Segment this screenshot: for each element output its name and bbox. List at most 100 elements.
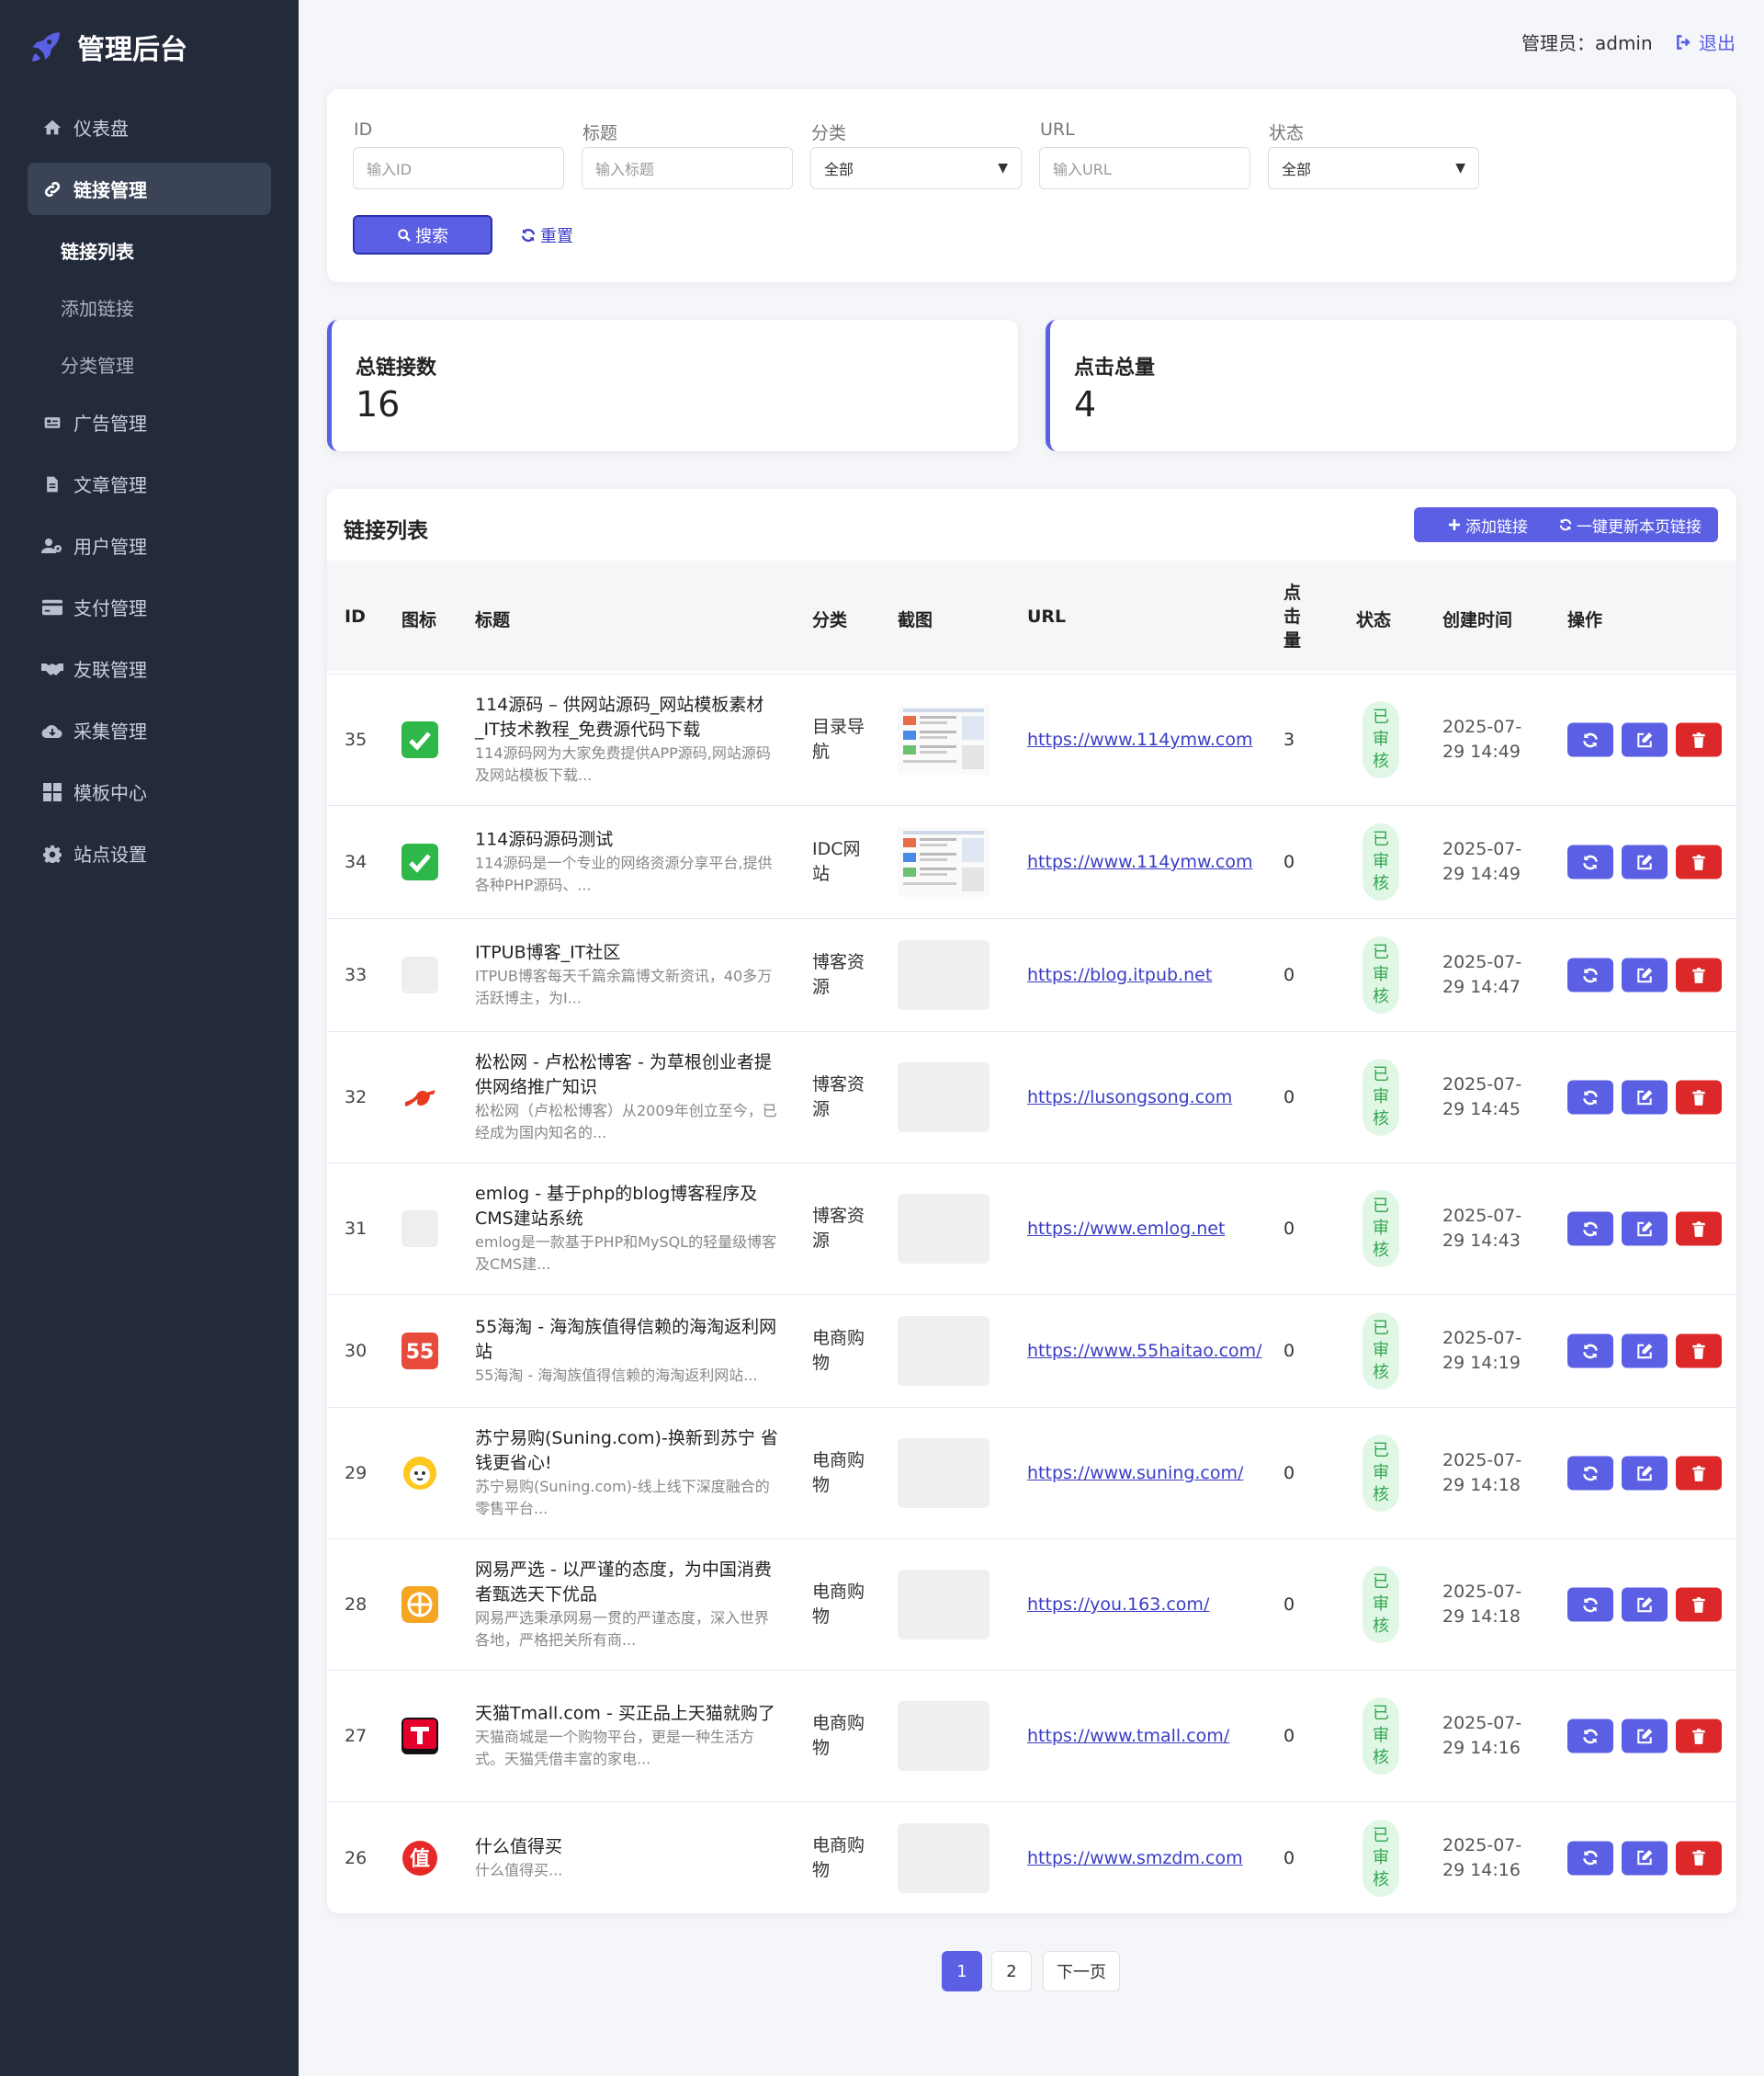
sidebar-item-users[interactable]: 用户管理 [28, 519, 271, 572]
id-filter-label: ID [354, 119, 373, 140]
edit-row-button[interactable] [1622, 1333, 1668, 1368]
tmall-logo-icon [401, 1718, 438, 1754]
edit-row-button[interactable] [1622, 845, 1668, 879]
row-title-block: 天猫Tmall.com - 买正品上天猫就购了 天猫商城是一个购物平台，更是一种生… [475, 1702, 778, 1771]
delete-row-button[interactable] [1676, 845, 1722, 879]
delete-row-button[interactable] [1676, 1211, 1722, 1246]
refresh-row-button[interactable] [1567, 1211, 1613, 1246]
status-badge: 已审核 [1363, 823, 1399, 901]
row-url-link[interactable]: https://www.tmall.com/ [1027, 1726, 1229, 1746]
logout-button[interactable]: 退出 [1675, 28, 1736, 55]
status-badge: 已审核 [1363, 1566, 1399, 1643]
table-row: 33 ITPUB博客_IT社区 ITPUB博客每天千篇余篇博文新资讯，40多万活跃博… [327, 918, 1736, 1031]
row-url-link[interactable]: https://www.55haitao.com/ [1027, 1341, 1262, 1361]
add-link-button[interactable]: 添加链接 [1414, 507, 1561, 542]
row-url-link[interactable]: https://blog.itpub.net [1027, 965, 1212, 985]
reset-button[interactable]: 重置 [520, 223, 573, 247]
edit-row-button[interactable] [1622, 1080, 1668, 1115]
next-page-button[interactable]: 下一页 [1043, 1951, 1120, 1991]
edit-row-button[interactable] [1622, 1456, 1668, 1491]
refresh-row-button[interactable] [1567, 1719, 1613, 1753]
row-url-link[interactable]: https://www.114ymw.com [1027, 730, 1252, 750]
table-title: 链接列表 [344, 519, 428, 543]
refresh-row-button[interactable] [1567, 958, 1613, 993]
refresh-all-button[interactable]: 一键更新本页链接 [1542, 507, 1718, 542]
plus-icon [1449, 519, 1460, 530]
refresh-row-button[interactable] [1567, 1587, 1613, 1622]
edit-icon [1635, 1464, 1654, 1482]
search-button[interactable]: 搜索 [353, 215, 492, 255]
delete-row-button[interactable] [1676, 722, 1722, 757]
row-title: 苏宁易购(Suning.com)-换新到苏宁 省钱更省心! [475, 1428, 778, 1473]
row-url-link[interactable]: https://www.emlog.net [1027, 1219, 1225, 1239]
sidebar-item-settings[interactable]: 站点设置 [28, 827, 271, 879]
category-filter-label: 分类 [811, 123, 847, 143]
row-category: 电商购物 [812, 1328, 865, 1373]
sidebar-item-dashboard[interactable]: 仪表盘 [28, 101, 271, 153]
row-url-link[interactable]: https://www.smzdm.com [1027, 1848, 1243, 1868]
edit-row-button[interactable] [1622, 958, 1668, 993]
page-2-button[interactable]: 2 [991, 1951, 1032, 1991]
placeholder-icon [401, 957, 438, 993]
delete-row-button[interactable] [1676, 1719, 1722, 1753]
id-filter-input[interactable]: 输入ID [353, 147, 564, 189]
row-screenshot [898, 827, 989, 897]
sidebar-subitem-categories[interactable]: 分类管理 [61, 351, 134, 378]
delete-row-button[interactable] [1676, 1587, 1722, 1622]
row-clicks: 0 [1283, 1463, 1295, 1483]
refresh-row-button[interactable] [1567, 1080, 1613, 1115]
delete-row-button[interactable] [1676, 1080, 1722, 1115]
status-label: 已审核 [1373, 708, 1389, 771]
refresh-icon [1581, 1727, 1600, 1745]
sidebar-item-templates[interactable]: 模板中心 [28, 766, 271, 818]
brand[interactable]: 管理后台 [28, 24, 187, 70]
row-screenshot [898, 1316, 989, 1386]
category-filter-select[interactable]: 全部 ▼ [810, 147, 1022, 189]
page-1-button[interactable]: 1 [942, 1951, 982, 1991]
row-url-link[interactable]: https://www.114ymw.com [1027, 852, 1252, 872]
url-filter-input[interactable]: 输入URL [1039, 147, 1250, 189]
row-category: 电商购物 [812, 1713, 865, 1758]
sidebar-subitem-add-link[interactable]: 添加链接 [61, 294, 134, 321]
row-category: 电商购物 [812, 1834, 865, 1880]
refresh-all-label: 一键更新本页链接 [1577, 517, 1702, 537]
edit-row-button[interactable] [1622, 1841, 1668, 1875]
status-filter-select[interactable]: 全部 ▼ [1268, 147, 1479, 189]
row-description: 55海淘 - 海淘族值得信赖的海淘返利网站... [475, 1367, 758, 1384]
sidebar-item-collect[interactable]: 采集管理 [28, 704, 271, 756]
refresh-row-button[interactable] [1567, 722, 1613, 757]
delete-row-button[interactable] [1676, 1841, 1722, 1875]
column-header-url: URL [1027, 607, 1067, 627]
row-url-link[interactable]: https://you.163.com/ [1027, 1594, 1209, 1615]
sidebar-item-payments[interactable]: 支付管理 [28, 581, 271, 633]
title-filter-input[interactable]: 输入标题 [582, 147, 793, 189]
refresh-row-button[interactable] [1567, 1333, 1613, 1368]
edit-row-button[interactable] [1622, 722, 1668, 757]
table-row: 35 114源码 – 供网站源码_网站模板素材_IT技术教程_免费源代码下载 114… [327, 674, 1736, 805]
sidebar-subitem-link-list[interactable]: 链接列表 [61, 237, 134, 264]
row-screenshot [898, 1822, 989, 1893]
row-url-link[interactable]: https://lusongsong.com [1027, 1087, 1232, 1107]
row-title: emlog - 基于php的blog博客程序及CMS建站系统 [475, 1184, 758, 1229]
delete-row-button[interactable] [1676, 1456, 1722, 1491]
delete-row-button[interactable] [1676, 958, 1722, 993]
row-created-time: 2025-07-29 14:18 [1442, 1582, 1522, 1627]
refresh-row-button[interactable] [1567, 1456, 1613, 1491]
edit-row-button[interactable] [1622, 1211, 1668, 1246]
edit-row-button[interactable] [1622, 1719, 1668, 1753]
row-id: 34 [345, 852, 368, 872]
refresh-icon [1581, 966, 1600, 984]
refresh-row-button[interactable] [1567, 845, 1613, 879]
sidebar-item-articles[interactable]: 文章管理 [28, 458, 271, 510]
sidebar-item-ads[interactable]: 广告管理 [28, 396, 271, 448]
edit-row-button[interactable] [1622, 1587, 1668, 1622]
gear-icon [40, 845, 64, 863]
delete-row-button[interactable] [1676, 1333, 1722, 1368]
sidebar-item-friendlinks[interactable]: 友联管理 [28, 642, 271, 695]
status-badge: 已审核 [1363, 936, 1399, 1014]
sidebar-item-links[interactable]: 链接管理 [28, 163, 271, 215]
row-url-link[interactable]: https://www.suning.com/ [1027, 1463, 1243, 1483]
status-label: 已审核 [1373, 1572, 1389, 1636]
refresh-row-button[interactable] [1567, 1841, 1613, 1875]
link-icon [40, 179, 64, 199]
